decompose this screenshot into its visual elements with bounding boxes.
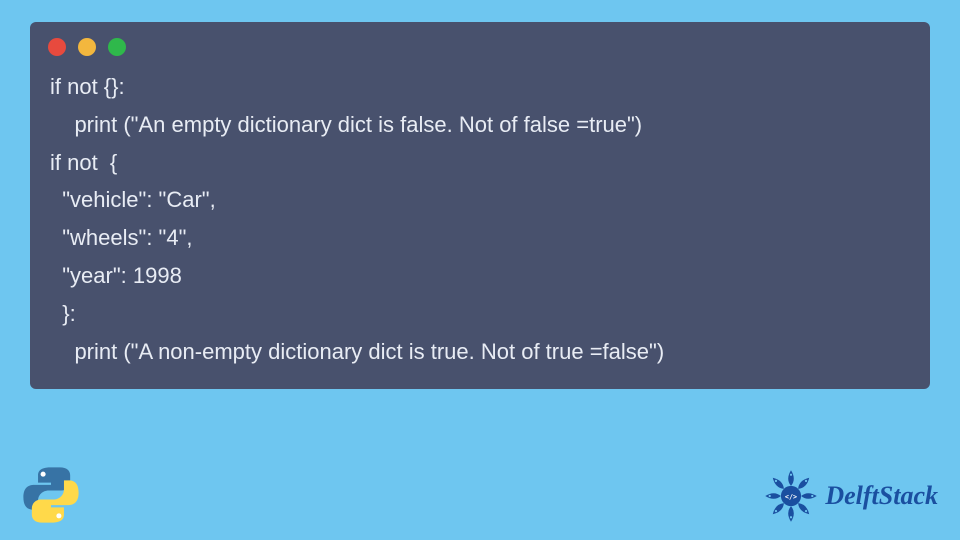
maximize-icon bbox=[108, 38, 126, 56]
brand: </> DelftStack bbox=[763, 468, 938, 524]
python-logo-icon bbox=[20, 464, 82, 526]
brand-mandala-icon: </> bbox=[763, 468, 819, 524]
brand-name: DelftStack bbox=[825, 481, 938, 511]
window-titlebar bbox=[30, 22, 930, 66]
svg-text:</>: </> bbox=[785, 493, 797, 501]
close-icon bbox=[48, 38, 66, 56]
minimize-icon bbox=[78, 38, 96, 56]
code-block: if not {}: print ("An empty dictionary d… bbox=[30, 66, 930, 371]
code-window: if not {}: print ("An empty dictionary d… bbox=[30, 22, 930, 389]
